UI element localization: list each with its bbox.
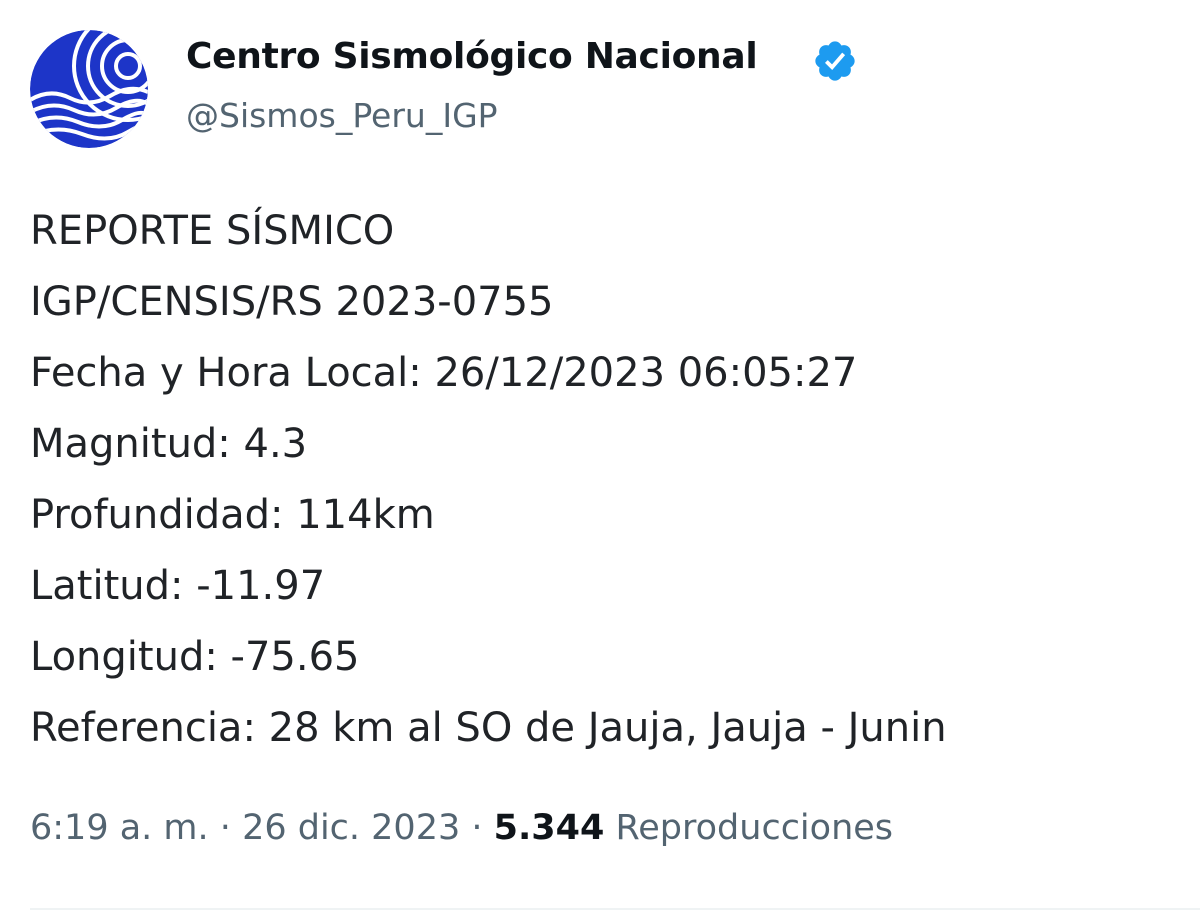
tweet-text: REPORTE SÍSMICO IGP/CENSIS/RS 2023-0755 … xyxy=(30,196,1170,764)
tweet: Centro Sismológico Nacional @Sismos_Peru… xyxy=(0,0,1200,915)
latitude-line: Latitud: -11.97 xyxy=(30,563,326,609)
user-handle[interactable]: @Sismos_Peru_IGP xyxy=(186,96,498,135)
report-id-line: IGP/CENSIS/RS 2023-0755 xyxy=(30,279,554,325)
meta-separator: · xyxy=(219,808,231,848)
views-label[interactable]: Reproducciones xyxy=(616,808,894,848)
magnitude-line: Magnitud: 4.3 xyxy=(30,421,308,467)
reference-line: Referencia: 28 km al SO de Jauja, Jauja … xyxy=(30,705,947,751)
verified-badge-icon xyxy=(815,41,855,81)
report-title-line: REPORTE SÍSMICO xyxy=(30,208,395,254)
concentric-waves-logo-icon xyxy=(30,30,148,148)
longitude-line: Longitud: -75.65 xyxy=(30,634,360,680)
tweet-meta: 6:19 a. m. · 26 dic. 2023 · 5.344 Reprod… xyxy=(30,808,893,848)
meta-separator: · xyxy=(471,808,483,848)
display-name[interactable]: Centro Sismológico Nacional xyxy=(186,36,758,77)
tweet-date[interactable]: 26 dic. 2023 xyxy=(242,808,460,848)
views-count[interactable]: 5.344 xyxy=(494,808,605,848)
datetime-line: Fecha y Hora Local: 26/12/2023 06:05:27 xyxy=(30,350,858,396)
tweet-time[interactable]: 6:19 a. m. xyxy=(30,808,209,848)
depth-line: Profundidad: 114km xyxy=(30,492,435,538)
avatar[interactable] xyxy=(30,30,148,148)
divider xyxy=(30,908,1200,910)
